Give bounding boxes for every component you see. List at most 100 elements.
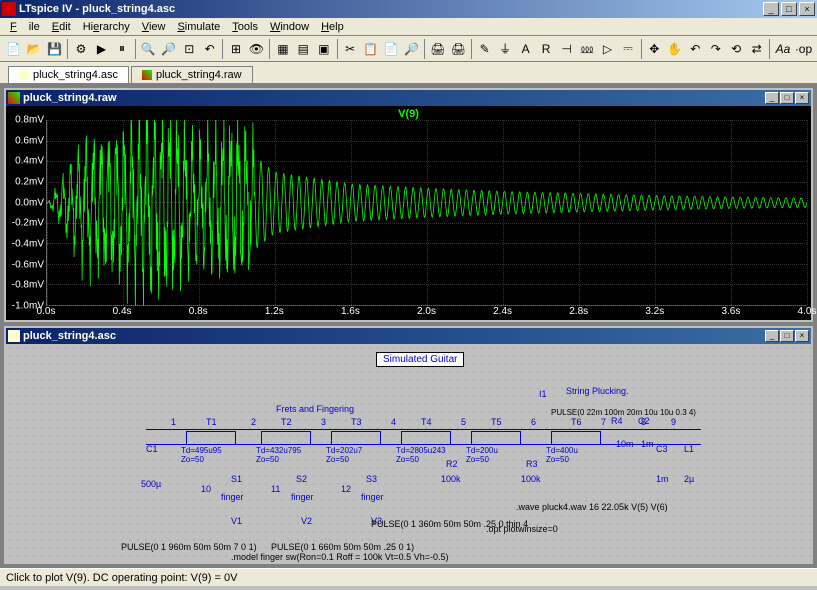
redo-button[interactable]: ↷ <box>706 38 725 60</box>
model-directive: .model finger sw(Ron=0.1 Roff = 100k Vt=… <box>231 552 448 562</box>
halt-button[interactable]: ⏸ <box>112 38 131 60</box>
net-label: 2 <box>251 417 256 427</box>
tline-t5 <box>471 431 521 445</box>
drag-button[interactable]: ✋ <box>665 38 684 60</box>
spice-directive-button[interactable]: ·op <box>794 38 813 60</box>
schem-maximize-button[interactable]: □ <box>780 330 794 342</box>
tline-params: Td=200u Zo=50 <box>466 446 498 464</box>
plot-titlebar[interactable]: pluck_string4.raw _ □ × <box>6 90 811 106</box>
menu-help[interactable]: Help <box>315 20 350 34</box>
schematic-canvas[interactable]: Simulated Guitar Frets and Fingering Str… <box>6 344 811 562</box>
print-button[interactable]: 🖨 <box>428 38 447 60</box>
comp-s3: S3 <box>366 474 377 484</box>
plot-minimize-button[interactable]: _ <box>765 92 779 104</box>
x-tick-label: 1.6s <box>341 306 360 317</box>
menu-simulate[interactable]: Simulate <box>171 20 226 34</box>
zoom-back-button[interactable]: ↶ <box>200 38 219 60</box>
pick-visible-button[interactable]: 👁 <box>247 38 266 60</box>
node11: 11 <box>271 484 280 494</box>
open-button[interactable]: 📂 <box>24 38 43 60</box>
schematic-titlebar[interactable]: pluck_string4.asc _ □ × <box>6 328 811 344</box>
app-title: LTspice IV - pluck_string4.asc <box>19 3 763 15</box>
schematic-window-icon <box>8 330 20 342</box>
cascade-button[interactable]: ▤ <box>294 38 313 60</box>
tline-params: Td=432u795 Zo=50 <box>256 446 301 464</box>
zoom-in-button[interactable]: 🔍 <box>139 38 158 60</box>
comp-c2: C2 <box>638 416 650 426</box>
x-tick-label: 0.0s <box>37 306 56 317</box>
menu-window[interactable]: Window <box>264 20 315 34</box>
place-component-button[interactable]: ⎓ <box>618 38 637 60</box>
label-net-button[interactable]: A <box>516 38 535 60</box>
tile-button[interactable]: ▦ <box>273 38 292 60</box>
trace-label[interactable]: V(9) <box>398 108 419 120</box>
frets-label: Frets and Fingering <box>276 404 354 414</box>
minimize-button[interactable]: _ <box>763 2 779 16</box>
tab-schematic[interactable]: pluck_string4.asc <box>8 66 129 83</box>
status-bar: Click to plot V(9). DC operating point: … <box>0 568 817 586</box>
comp-c3: C3 <box>656 444 668 454</box>
tab-waveform[interactable]: pluck_string4.raw <box>131 66 253 83</box>
menu-view[interactable]: View <box>136 20 172 34</box>
menu-tools[interactable]: Tools <box>226 20 264 34</box>
copy-button[interactable]: 📋 <box>361 38 380 60</box>
y-axis[interactable]: 0.8mV0.6mV0.4mV0.2mV0.0mV-0.2mV-0.4mV-0.… <box>6 120 46 306</box>
draw-wire-button[interactable]: ✎ <box>475 38 494 60</box>
zoom-out-button[interactable]: 🔎 <box>159 38 178 60</box>
menu-edit[interactable]: Edit <box>46 20 77 34</box>
tline-t6 <box>551 431 601 445</box>
net-label: 6 <box>531 417 536 427</box>
close-button[interactable]: × <box>799 2 815 16</box>
comp-s1: S1 <box>231 474 242 484</box>
c3-side: 1m <box>641 439 654 449</box>
undo-button[interactable]: ↶ <box>686 38 705 60</box>
rotate-button[interactable]: ⟲ <box>726 38 745 60</box>
wave-directive: .wave pluck4.wav 16 22.05k V(5) V(6) <box>516 502 668 512</box>
plot-maximize-button[interactable]: □ <box>780 92 794 104</box>
control-panel-button[interactable]: ⚙ <box>71 38 90 60</box>
place-diode-button[interactable]: ▷ <box>598 38 617 60</box>
restore-button[interactable]: □ <box>781 2 797 16</box>
net-label: 5 <box>461 417 466 427</box>
place-gnd-button[interactable]: ⏚ <box>495 38 514 60</box>
place-text-button[interactable]: Aa <box>773 38 792 60</box>
new-button[interactable]: 📄 <box>4 38 23 60</box>
comp-s2: S2 <box>296 474 307 484</box>
paste-button[interactable]: 📄 <box>381 38 400 60</box>
app-titlebar: LTspice IV - pluck_string4.asc _ □ × <box>0 0 817 18</box>
move-button[interactable]: ✥ <box>645 38 664 60</box>
zoom-fit-button[interactable]: ⊡ <box>180 38 199 60</box>
run-button[interactable]: ▶ <box>92 38 111 60</box>
schem-minimize-button[interactable]: _ <box>765 330 779 342</box>
menu-file[interactable]: File <box>4 20 46 34</box>
place-cap-button[interactable]: ⊣ <box>557 38 576 60</box>
plot-area[interactable]: V(9) 0.8mV0.6mV0.4mV0.2mV0.0mV-0.2mV-0.4… <box>6 106 811 320</box>
node10: 10 <box>201 484 211 494</box>
save-button[interactable]: 💾 <box>45 38 64 60</box>
x-tick-label: 1.2s <box>265 306 284 317</box>
tline-t2 <box>261 431 311 445</box>
app-name: LTspice IV <box>19 3 72 15</box>
find-button[interactable]: 🔎 <box>402 38 421 60</box>
comp-v2: V2 <box>301 516 312 526</box>
schem-close-button[interactable]: × <box>795 330 809 342</box>
status-text: Click to plot V(9). DC operating point: … <box>6 572 237 584</box>
place-ind-button[interactable]: ⅏ <box>577 38 596 60</box>
print-setup-button[interactable]: 🖨 <box>449 38 468 60</box>
tline-t4 <box>401 431 451 445</box>
autorange-button[interactable]: ⊞ <box>226 38 245 60</box>
mirror-button[interactable]: ⇄ <box>747 38 766 60</box>
close-all-button[interactable]: ▣ <box>314 38 333 60</box>
tline-params: Td=495u95 Zo=50 <box>181 446 222 464</box>
cut-button[interactable]: ✂ <box>340 38 359 60</box>
net-label: 3 <box>321 417 326 427</box>
comp-r2-val: 100k <box>441 474 461 484</box>
place-res-button[interactable]: R <box>536 38 555 60</box>
waveform-icon <box>142 70 152 80</box>
menubar: File Edit Hierarchy View Simulate Tools … <box>0 18 817 36</box>
x-axis[interactable]: 0.0s0.4s0.8s1.2s1.6s2.0s2.4s2.8s3.2s3.6s… <box>46 306 807 320</box>
node12: 12 <box>341 484 351 494</box>
plucking-label: String Plucking. <box>566 386 629 396</box>
plot-close-button[interactable]: × <box>795 92 809 104</box>
menu-hierarchy[interactable]: Hierarchy <box>77 20 136 34</box>
